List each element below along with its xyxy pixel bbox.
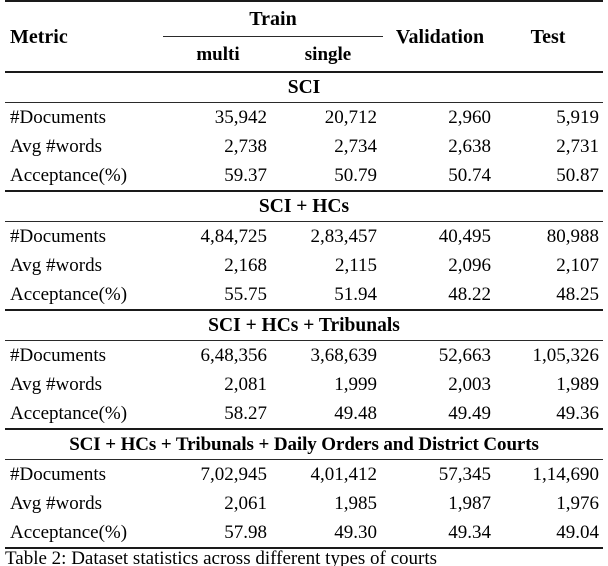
cell-test: 48.25: [556, 284, 600, 305]
cell-train-single: 50.79: [334, 165, 378, 186]
header-row-group: Metric Train Validation Test: [5, 0, 604, 72]
cell-test: 2,731: [556, 136, 600, 157]
cell-validation: 50.74: [448, 165, 492, 186]
cell-train-single: 51.94: [334, 284, 378, 305]
section-header-row: SCI + HCs + Tribunals: [5, 309, 604, 341]
section-title-sci-hcs-tribunals-daily-orders-district-courts: SCI + HCs + Tribunals + Daily Orders and…: [5, 428, 604, 460]
row-label: #Documents: [10, 464, 107, 485]
cell-test: 1,989: [556, 374, 600, 395]
cell-test: 49.36: [556, 403, 600, 424]
table-row: #Documents 6,48,356 3,68,639 52,663 1,05…: [5, 341, 603, 371]
row-label: #Documents: [10, 226, 107, 247]
cell-train-single: 49.30: [273, 518, 384, 549]
row-label: Acceptance(%): [10, 284, 128, 305]
table-row: #Documents 4,84,725 2,83,457 40,495 80,9…: [5, 222, 603, 252]
cell-test: 5,919: [556, 107, 600, 128]
cell-train-multi: 6,48,356: [200, 345, 268, 366]
cell-test: 1,05,326: [532, 345, 600, 366]
cell-test: 80,988: [546, 226, 600, 247]
cell-validation: 2,638: [448, 136, 492, 157]
cell-validation: 49.34: [383, 518, 498, 549]
section-title-sci-hcs-tribunals: SCI + HCs + Tribunals: [5, 309, 604, 341]
cell-validation: 57,345: [438, 464, 492, 485]
row-label: Avg #words: [10, 255, 103, 276]
cell-test: 1,976: [556, 493, 600, 514]
table-row: Acceptance(%) 57.98 49.30 49.34 49.04: [5, 518, 604, 549]
cell-train-multi: 2,081: [224, 374, 267, 395]
dataset-statistics-table: Metric Train Validation Test multi singl…: [5, 0, 604, 549]
section-header-row: SCI + HCs: [5, 190, 604, 222]
cell-train-multi: 59.37: [224, 165, 267, 186]
row-label: Avg #words: [10, 136, 103, 157]
row-label: Avg #words: [10, 374, 103, 395]
cell-train-multi: 58.27: [224, 403, 267, 424]
cell-test: 50.87: [556, 165, 600, 186]
section-header-row: SCI + HCs + Tribunals + Daily Orders and…: [5, 428, 604, 460]
cell-train-multi: 2,738: [224, 136, 267, 157]
section-title-sci-hcs: SCI + HCs: [5, 190, 604, 222]
cell-train-multi: 57.98: [163, 518, 273, 549]
table-row: Acceptance(%) 55.75 51.94 48.22 48.25: [5, 280, 603, 310]
cell-test: 2,107: [556, 255, 600, 276]
cell-train-single: 4,01,412: [310, 464, 378, 485]
table-body: SCI #Documents 35,942 20,712 2,960 5,919…: [5, 71, 604, 549]
cell-validation: 49.49: [448, 403, 492, 424]
cell-train-multi: 55.75: [224, 284, 267, 305]
cell-validation: 2,096: [448, 255, 492, 276]
cell-validation: 1,987: [448, 493, 492, 514]
cell-train-multi: 4,84,725: [200, 226, 268, 247]
cell-test: 49.04: [497, 518, 604, 549]
cell-train-multi: 2,168: [224, 255, 267, 276]
cell-validation: 2,960: [448, 107, 492, 128]
cell-validation: 48.22: [448, 284, 492, 305]
section-header-row: SCI: [5, 71, 604, 103]
table-header: Metric Train Validation Test multi singl…: [5, 0, 604, 72]
column-header-train-single: single: [304, 43, 352, 65]
cell-validation: 2,003: [448, 374, 492, 395]
cell-train-single: 2,734: [334, 136, 378, 157]
cell-train-single: 20,712: [324, 107, 378, 128]
row-label: Acceptance(%): [10, 165, 128, 186]
row-label: Acceptance(%): [5, 518, 163, 549]
table-row: Acceptance(%) 59.37 50.79 50.74 50.87: [5, 161, 603, 191]
table-caption-clip: Table 2: Dataset statistics across diffe…: [5, 547, 603, 566]
section-title-sci: SCI: [5, 71, 604, 103]
row-label: #Documents: [10, 345, 107, 366]
cell-train-single: 2,115: [334, 255, 378, 276]
table-row: #Documents 35,942 20,712 2,960 5,919: [5, 103, 603, 133]
table-row: Acceptance(%) 58.27 49.48 49.49 49.36: [5, 399, 603, 429]
column-header-validation: Validation: [383, 0, 498, 72]
cell-train-single: 2,83,457: [310, 226, 378, 247]
cell-train-single: 3,68,639: [310, 345, 378, 366]
column-header-metric: Metric: [5, 0, 163, 72]
cell-validation: 40,495: [438, 226, 492, 247]
table-row: #Documents 7,02,945 4,01,412 57,345 1,14…: [5, 460, 603, 490]
column-header-train-group: Train: [163, 0, 384, 36]
cell-train-multi: 2,061: [224, 493, 267, 514]
cell-test: 1,14,690: [532, 464, 600, 485]
cell-train-single: 49.48: [334, 403, 378, 424]
cell-train-multi: 35,942: [214, 107, 267, 128]
cell-train-single: 1,985: [334, 493, 378, 514]
column-header-test: Test: [497, 0, 604, 72]
table-caption: Table 2: Dataset statistics across diffe…: [5, 548, 438, 566]
cell-validation: 52,663: [438, 345, 492, 366]
table-figure-page: Metric Train Validation Test multi singl…: [0, 0, 608, 566]
table-row: Avg #words 2,168 2,115 2,096 2,107: [5, 251, 603, 280]
row-label: Avg #words: [10, 493, 103, 514]
cell-train-multi: 7,02,945: [200, 464, 268, 485]
table-row: Avg #words 2,738 2,734 2,638 2,731: [5, 132, 603, 161]
row-label: #Documents: [10, 107, 107, 128]
table-row: Avg #words 2,061 1,985 1,987 1,976: [5, 489, 603, 518]
row-label: Acceptance(%): [10, 403, 128, 424]
column-header-train-multi: multi: [196, 43, 240, 65]
cell-train-single: 1,999: [334, 374, 378, 395]
table-row: Avg #words 2,081 1,999 2,003 1,989: [5, 370, 603, 399]
